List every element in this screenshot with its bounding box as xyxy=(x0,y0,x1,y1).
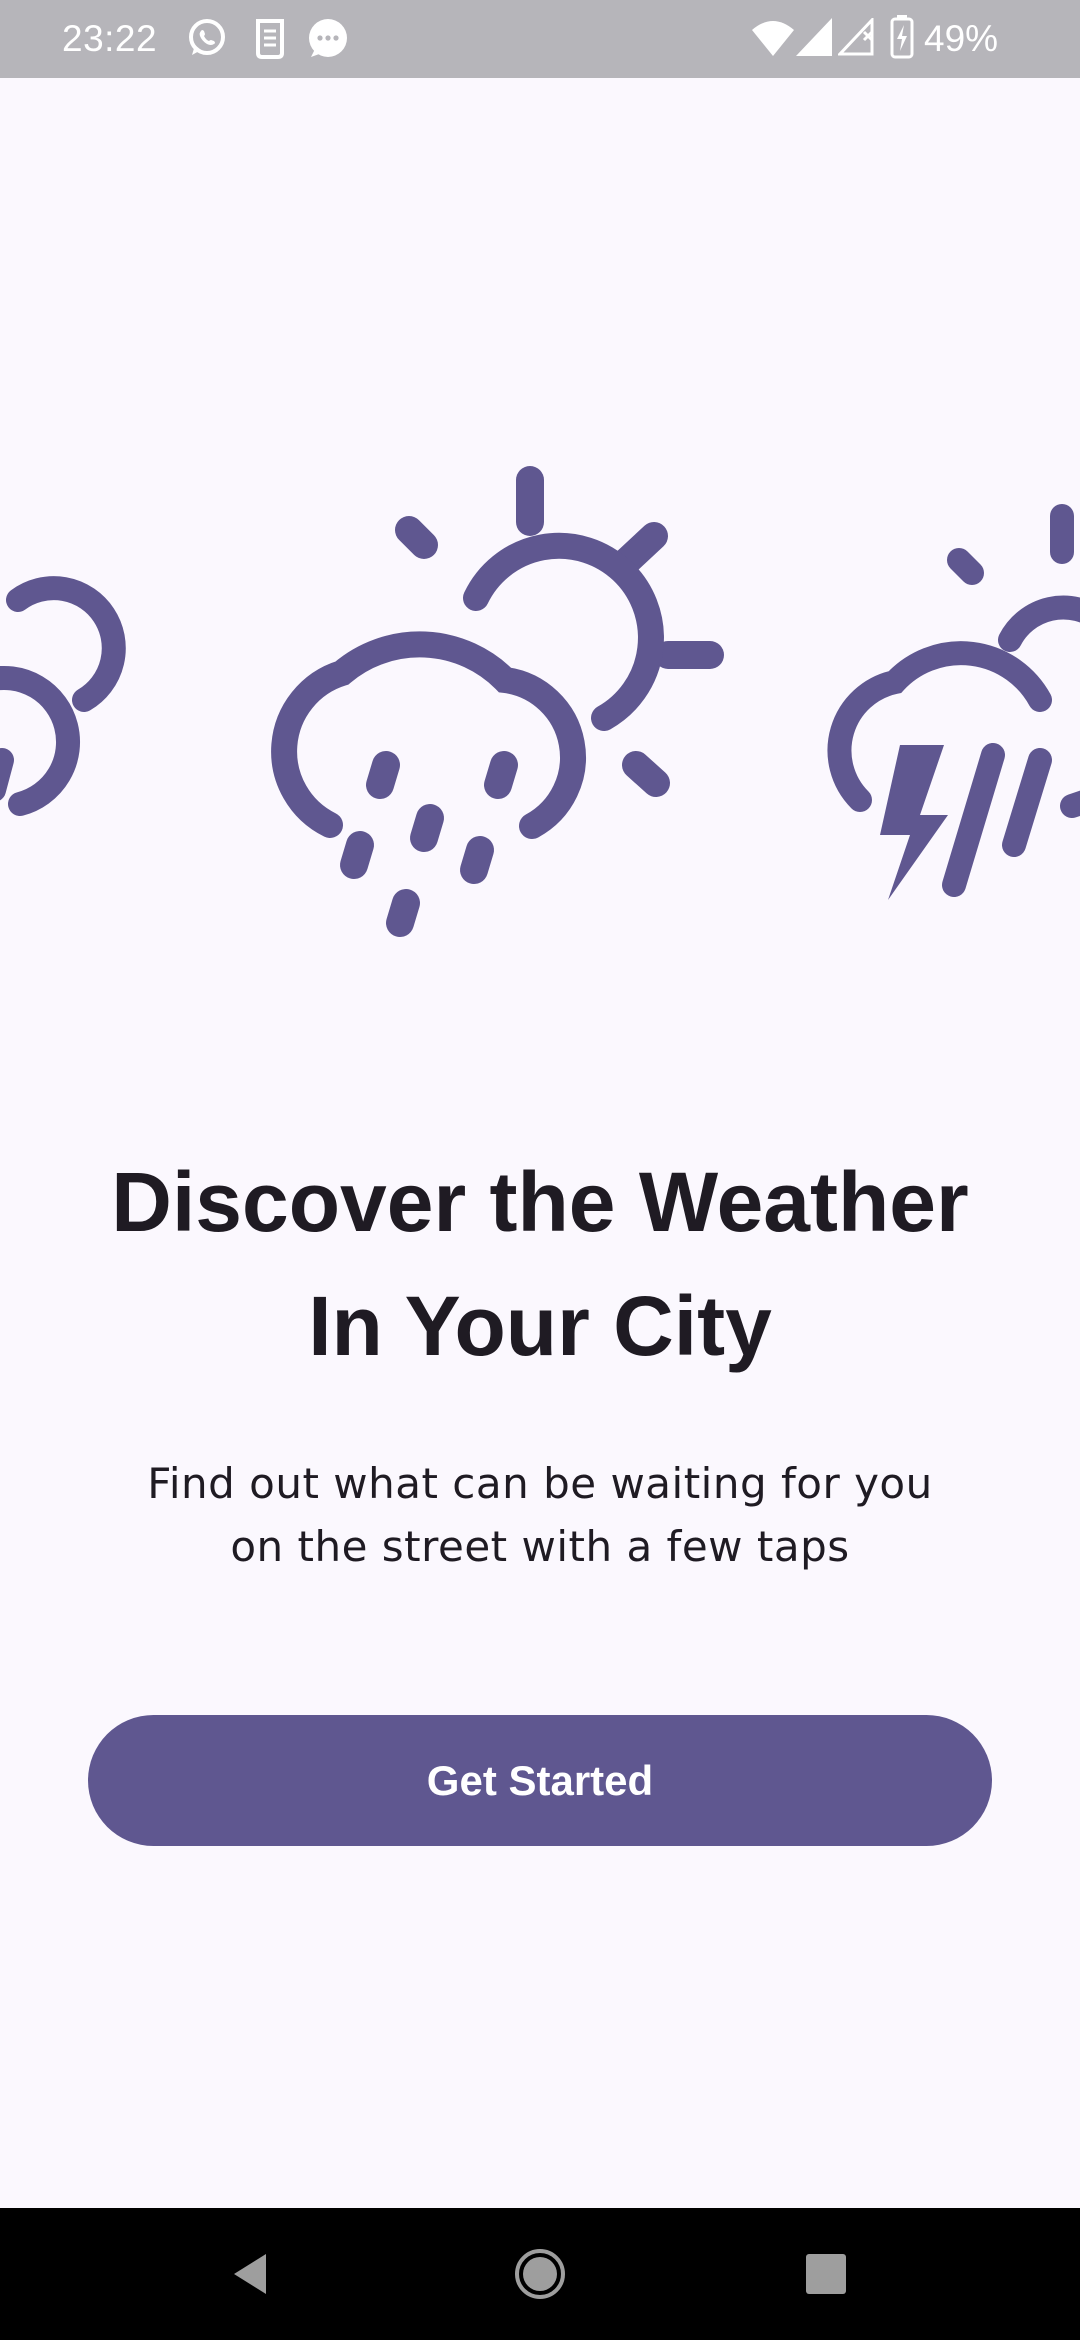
weather-illustration-carousel xyxy=(0,466,1080,937)
back-button[interactable] xyxy=(170,2208,330,2340)
signal-no-sim-icon xyxy=(838,18,874,56)
onboarding-title: Discover the Weather In Your City xyxy=(0,1140,1080,1388)
whatsapp-icon xyxy=(189,19,225,55)
onboarding-title-line2: In Your City xyxy=(308,1279,772,1373)
cloud-sun-icon xyxy=(0,576,126,816)
onboarding-subtitle-line1: Find out what can be waiting for you xyxy=(147,1459,933,1508)
messages-icon xyxy=(309,19,347,57)
recents-icon xyxy=(806,2254,846,2294)
recents-button[interactable] xyxy=(746,2208,906,2340)
onboarding-subtitle-line2: on the street with a few taps xyxy=(230,1522,850,1571)
wifi-icon xyxy=(752,21,794,56)
navigation-bar xyxy=(0,2208,1080,2340)
home-button[interactable] xyxy=(460,2208,620,2340)
onboarding-subtitle: Find out what can be waiting for you on … xyxy=(120,1452,960,1578)
battery-percentage: 49% xyxy=(924,18,999,59)
get-started-button[interactable]: Get Started xyxy=(88,1715,992,1846)
onboarding-title-line1: Discover the Weather xyxy=(111,1155,969,1249)
sim-toolkit-icon xyxy=(256,19,284,59)
cloud-sun-thunderstorm-icon xyxy=(827,504,1080,900)
signal-icon xyxy=(796,18,832,56)
cloud-sun-rain-icon xyxy=(271,466,724,937)
back-icon xyxy=(234,2254,266,2294)
home-icon xyxy=(515,2249,565,2299)
battery-charging-icon xyxy=(890,15,914,59)
status-time: 23:22 xyxy=(62,18,158,59)
status-bar: 23:22 49% xyxy=(0,0,1080,78)
